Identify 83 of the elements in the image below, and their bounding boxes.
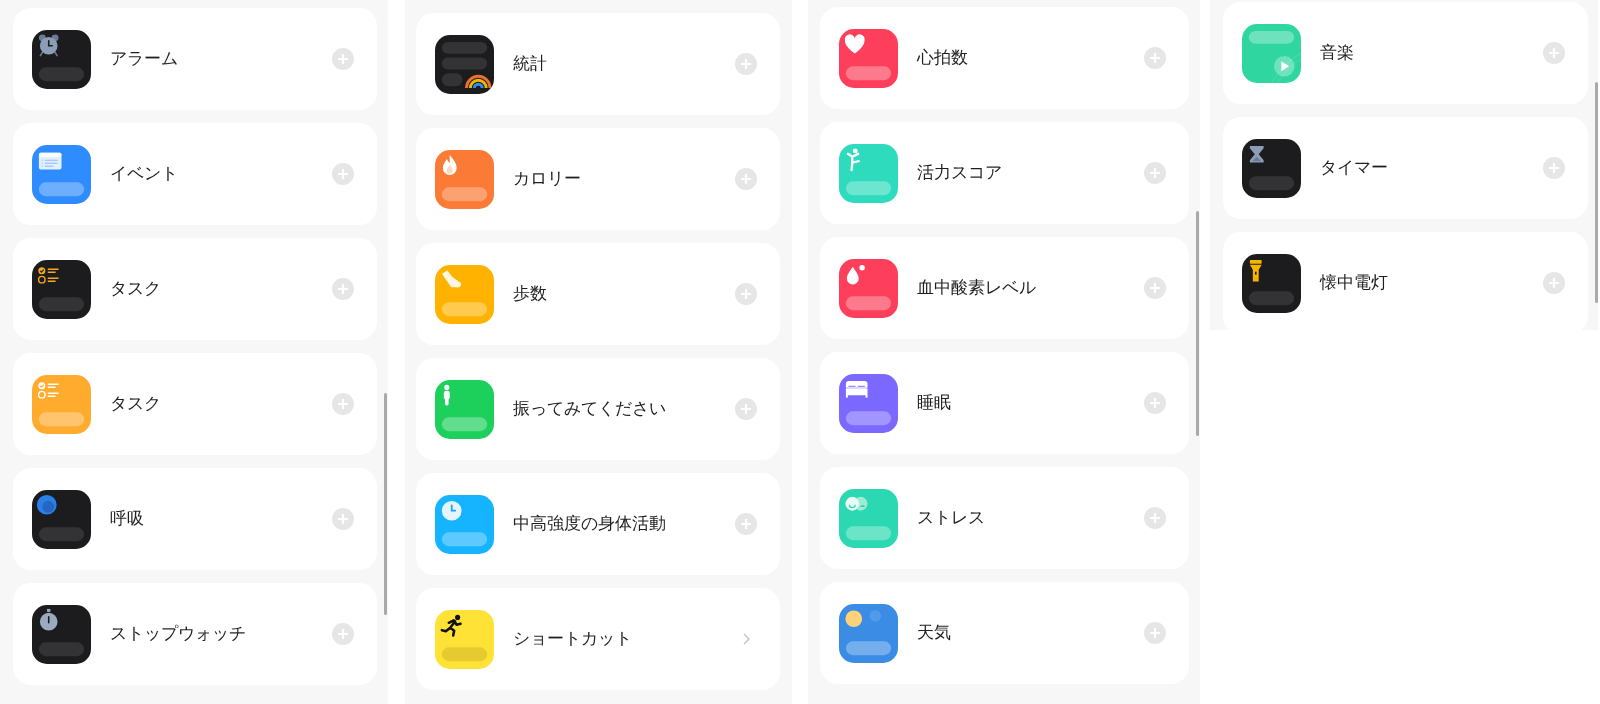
widget-label: 音楽 xyxy=(1320,42,1354,64)
widget-card[interactable]: ストップウォッチ xyxy=(13,583,377,685)
add-button[interactable] xyxy=(1144,622,1166,644)
plus-icon xyxy=(741,59,751,69)
widget-label: ストレス xyxy=(917,507,985,529)
widget-card[interactable]: ショートカット xyxy=(416,588,780,690)
add-button[interactable] xyxy=(332,163,354,185)
widget-card[interactable]: タスク xyxy=(13,353,377,455)
widget-card[interactable]: 睡眠 xyxy=(820,352,1189,454)
add-button[interactable] xyxy=(1144,277,1166,299)
widget-label: 天気 xyxy=(917,622,951,644)
plus-icon xyxy=(1150,398,1160,408)
widget-label: 心拍数 xyxy=(917,47,968,69)
plus-icon xyxy=(338,169,348,179)
widget-label: 活力スコア xyxy=(917,162,1002,184)
add-button[interactable] xyxy=(1144,162,1166,184)
add-button[interactable] xyxy=(1543,272,1565,294)
plus-icon xyxy=(1150,283,1160,293)
widget-card[interactable]: カロリー xyxy=(416,128,780,230)
widget-label: 睡眠 xyxy=(917,392,951,414)
plus-icon xyxy=(338,629,348,639)
plus-icon xyxy=(741,404,751,414)
add-button[interactable] xyxy=(1543,157,1565,179)
widget-card[interactable]: イベント xyxy=(13,123,377,225)
widget-card[interactable]: タイマー xyxy=(1223,117,1588,219)
widget-card[interactable]: 中高強度の身体活動 xyxy=(416,473,780,575)
widget-label: 振ってみてください xyxy=(513,398,666,420)
plus-icon xyxy=(1150,513,1160,523)
widget-card[interactable]: 振ってみてください xyxy=(416,358,780,460)
widget-label: タスク xyxy=(110,393,161,415)
plus-icon xyxy=(741,174,751,184)
widget-label: カロリー xyxy=(513,168,581,190)
widget-label: 統計 xyxy=(513,53,547,75)
plus-icon xyxy=(1549,163,1559,173)
widget-card[interactable]: 心拍数 xyxy=(820,7,1189,109)
add-button[interactable] xyxy=(735,53,757,75)
plus-icon xyxy=(1150,168,1160,178)
widget-card[interactable]: タスク xyxy=(13,238,377,340)
widget-label: アラーム xyxy=(110,48,178,70)
chevron-right-icon[interactable] xyxy=(743,633,750,645)
widget-card[interactable]: ストレス xyxy=(820,467,1189,569)
add-button[interactable] xyxy=(735,283,757,305)
plus-icon xyxy=(338,54,348,64)
widget-card[interactable]: 活力スコア xyxy=(820,122,1189,224)
widget-card[interactable]: 天気 xyxy=(820,582,1189,684)
add-button[interactable] xyxy=(735,513,757,535)
add-button[interactable] xyxy=(332,508,354,530)
widget-card[interactable]: 呼吸 xyxy=(13,468,377,570)
widget-label: タスク xyxy=(110,278,161,300)
widget-label: イベント xyxy=(110,163,178,185)
widget-card[interactable]: 音楽 xyxy=(1223,2,1588,104)
plus-icon xyxy=(741,519,751,529)
add-button[interactable] xyxy=(1144,47,1166,69)
widget-label: 歩数 xyxy=(513,283,547,305)
widget-label: 呼吸 xyxy=(110,508,144,530)
widget-card[interactable]: 懐中電灯 xyxy=(1223,232,1588,330)
add-button[interactable] xyxy=(735,168,757,190)
plus-icon xyxy=(1549,48,1559,58)
widget-label: タイマー xyxy=(1320,157,1388,179)
plus-icon xyxy=(1549,278,1559,288)
widget-label: ストップウォッチ xyxy=(110,623,246,645)
widget-label: 血中酸素レベル xyxy=(917,277,1036,299)
add-button[interactable] xyxy=(1144,392,1166,414)
plus-icon xyxy=(1150,628,1160,638)
widget-label: ショートカット xyxy=(513,628,632,650)
plus-icon xyxy=(338,514,348,524)
add-button[interactable] xyxy=(735,398,757,420)
add-button[interactable] xyxy=(332,48,354,70)
widget-card[interactable]: アラーム xyxy=(13,8,377,110)
add-button[interactable] xyxy=(332,278,354,300)
plus-icon xyxy=(338,284,348,294)
widget-card[interactable]: 血中酸素レベル xyxy=(820,237,1189,339)
widget-label: 懐中電灯 xyxy=(1320,272,1388,294)
plus-icon xyxy=(741,289,751,299)
add-button[interactable] xyxy=(1144,507,1166,529)
widget-card[interactable]: 統計 xyxy=(416,13,780,115)
widget-label: 中高強度の身体活動 xyxy=(513,513,666,535)
plus-icon xyxy=(1150,53,1160,63)
add-button[interactable] xyxy=(332,393,354,415)
add-button[interactable] xyxy=(1543,42,1565,64)
plus-icon xyxy=(338,399,348,409)
widget-card[interactable]: 歩数 xyxy=(416,243,780,345)
add-button[interactable] xyxy=(332,623,354,645)
